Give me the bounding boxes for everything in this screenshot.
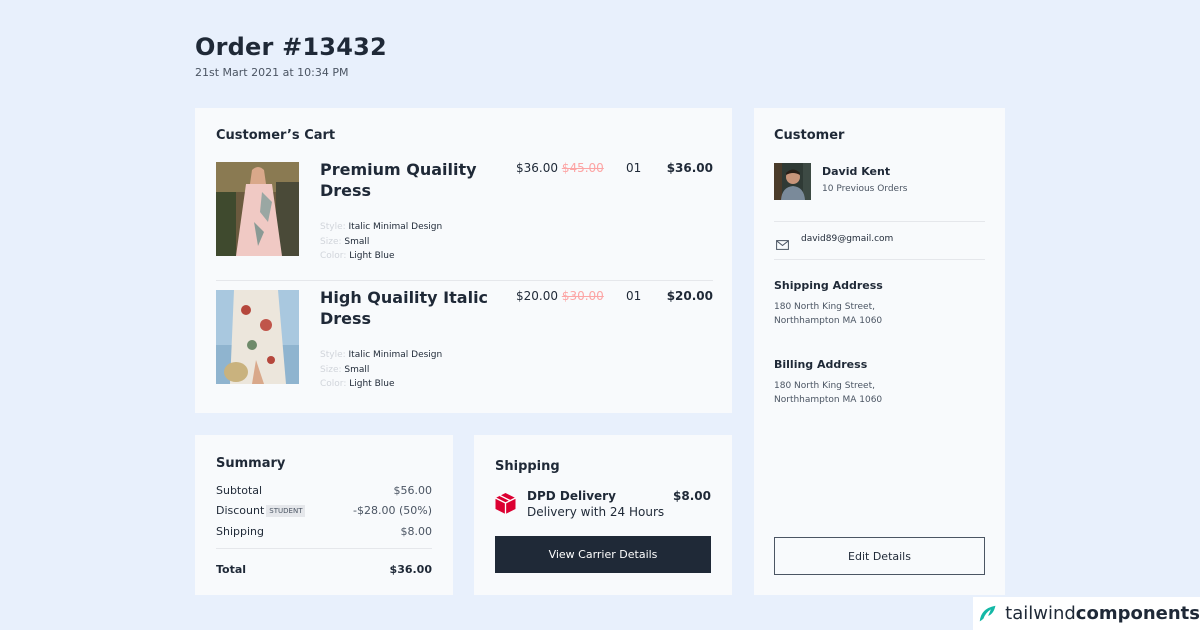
subtotal-label: Subtotal	[216, 484, 263, 497]
total-value: $36.00	[389, 563, 432, 576]
shipping-card: Shipping DPD Delivery Delivery with 24 H…	[474, 435, 732, 595]
carrier-description: Delivery with 24 Hours	[527, 505, 665, 519]
item-price: $20.00 $30.00	[516, 289, 604, 303]
size-label: Size:	[320, 236, 342, 247]
watermark-bold: components	[1075, 603, 1200, 624]
item-price: $36.00 $45.00	[516, 161, 604, 175]
item-total: $36.00	[666, 161, 713, 175]
discount-value: -$28.00 (50%)	[353, 504, 432, 517]
color-value: Light Blue	[349, 379, 395, 389]
edit-details-button[interactable]: Edit Details	[774, 537, 985, 575]
page-title: Order #13432	[195, 33, 387, 61]
old-price: $45.00	[561, 161, 604, 175]
style-label: Style:	[320, 350, 346, 360]
summary-title: Summary	[216, 456, 286, 471]
shipping-value: $8.00	[400, 525, 433, 538]
shipping-address-title: Shipping Address	[774, 279, 883, 292]
cart-title: Customer’s Cart	[216, 128, 336, 143]
view-carrier-details-button[interactable]: View Carrier Details	[495, 536, 711, 573]
mail-icon	[776, 235, 789, 250]
item-total: $20.00	[666, 289, 713, 303]
avatar[interactable]	[774, 163, 811, 200]
discount-label: Discount	[216, 504, 265, 517]
watermark-text: tailwindcomponents	[1005, 603, 1200, 624]
total-label: Total	[216, 563, 247, 576]
shipping-address-line1: 180 North King Street,	[774, 302, 875, 312]
old-price: $30.00	[561, 289, 604, 303]
product-name[interactable]: Premium Quaility Dress	[320, 159, 500, 201]
product-name[interactable]: High Quaility Italic Dress	[320, 287, 500, 329]
watermark: tailwindcomponents	[973, 597, 1200, 630]
carrier-price: $8.00	[673, 489, 711, 503]
billing-address-line2: Northhampton MA 1060	[774, 395, 883, 405]
divider	[774, 259, 985, 260]
previous-orders: 10 Previous Orders	[822, 184, 908, 194]
product-image[interactable]	[216, 162, 299, 256]
divider	[774, 221, 985, 222]
summary-card: Summary Subtotal $56.00 Discount STUDENT …	[195, 435, 453, 595]
discount-row: Discount STUDENT -$28.00 (50%)	[216, 504, 432, 517]
carrier-name: DPD Delivery	[527, 489, 616, 503]
cart-item: High Quaility Italic Dress Style: Italic…	[216, 287, 713, 406]
total-row: Total $36.00	[216, 563, 432, 576]
shipping-row: Shipping $8.00	[216, 525, 432, 538]
package-icon	[494, 492, 517, 515]
product-image[interactable]	[216, 290, 299, 384]
item-quantity: 01	[626, 289, 642, 303]
customer-card: Customer David Kent 10 Previous Orders d…	[754, 108, 1005, 595]
subtotal-value: $56.00	[393, 484, 433, 497]
product-attributes: Style: Italic Minimal Design Size: Small…	[320, 220, 442, 264]
size-value: Small	[344, 236, 370, 247]
size-value: Small	[344, 364, 370, 375]
divider	[216, 548, 432, 549]
billing-address-title: Billing Address	[774, 358, 868, 371]
product-attributes: Style: Italic Minimal Design Size: Small…	[320, 348, 442, 392]
cart-card: Customer’s Cart Premium Quaility Dress S…	[195, 108, 732, 413]
tailwind-logo-icon	[979, 605, 996, 621]
style-label: Style:	[320, 222, 346, 232]
color-label: Color:	[320, 379, 347, 389]
billing-address-line1: 180 North King Street,	[774, 381, 875, 391]
subtotal-row: Subtotal $56.00	[216, 484, 432, 497]
customer-title: Customer	[774, 128, 845, 143]
style-value: Italic Minimal Design	[348, 222, 443, 232]
customer-name[interactable]: David Kent	[822, 165, 890, 178]
color-label: Color:	[320, 251, 347, 261]
customer-email[interactable]: david89@gmail.com	[801, 234, 893, 244]
watermark-light: tailwind	[1005, 603, 1076, 624]
shipping-label: Shipping	[216, 525, 264, 538]
item-quantity: 01	[626, 161, 642, 175]
style-value: Italic Minimal Design	[348, 350, 443, 360]
current-price: $20.00	[516, 289, 558, 303]
divider	[216, 280, 713, 281]
cart-item: Premium Quaility Dress Style: Italic Min…	[216, 159, 713, 278]
shipping-address-line2: Northhampton MA 1060	[774, 316, 883, 326]
size-label: Size:	[320, 364, 342, 375]
shipping-title: Shipping	[495, 459, 560, 474]
discount-badge: STUDENT	[266, 505, 306, 517]
color-value: Light Blue	[349, 251, 395, 261]
current-price: $36.00	[516, 161, 558, 175]
order-date: 21st Mart 2021 at 10:34 PM	[195, 66, 349, 79]
